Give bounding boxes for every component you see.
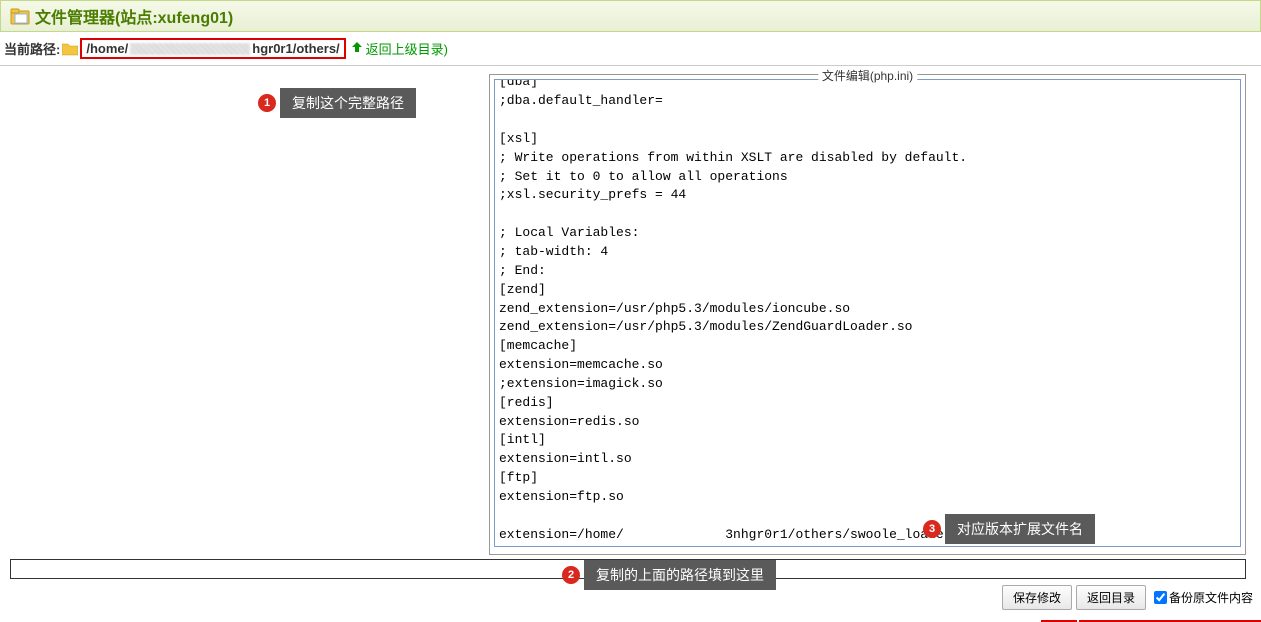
backup-checkbox-wrap[interactable]: 备份原文件内容: [1154, 589, 1253, 606]
annotation-callout-3: 3 对应版本扩展文件名: [923, 514, 1095, 544]
current-path-highlight[interactable]: /home/ hgr0r1/others/: [80, 38, 345, 59]
window-title: 文件管理器(站点:xufeng01): [35, 4, 233, 28]
back-link-text: 返回上级目录): [366, 39, 448, 58]
left-column: [0, 66, 485, 557]
path-prefix: /home/: [86, 41, 128, 56]
annotation-number: 3: [923, 520, 941, 538]
main-area: 文件编辑(php.ini): [0, 66, 1261, 557]
annotation-callout-1: 1 复制这个完整路径: [258, 88, 416, 118]
annotation-text: 对应版本扩展文件名: [945, 514, 1095, 544]
file-manager-icon: [9, 5, 31, 27]
back-to-parent-link[interactable]: 返回上级目录): [350, 39, 448, 58]
editor-fieldset: 文件编辑(php.ini): [489, 74, 1246, 555]
annotation-callout-2: 2 复制的上面的路径填到这里: [562, 560, 776, 590]
backup-checkbox-label: 备份原文件内容: [1169, 589, 1253, 606]
editor-legend: 文件编辑(php.ini): [818, 67, 917, 84]
folder-icon: [62, 42, 78, 56]
annotation-text: 复制这个完整路径: [280, 88, 416, 118]
annotation-number: 2: [562, 566, 580, 584]
path-label: 当前路径:: [4, 39, 60, 58]
annotation-text: 复制的上面的路径填到这里: [584, 560, 776, 590]
editor-panel: 文件编辑(php.ini): [485, 66, 1250, 557]
path-obscured: [130, 43, 250, 55]
back-to-dir-button[interactable]: 返回目录: [1076, 585, 1146, 610]
annotation-number: 1: [258, 94, 276, 112]
save-button[interactable]: 保存修改: [1002, 585, 1072, 610]
back-arrow-icon: [350, 40, 364, 57]
file-content-textarea[interactable]: [494, 79, 1241, 547]
window-header: 文件管理器(站点:xufeng01): [0, 0, 1261, 32]
path-bar: 当前路径: /home/ hgr0r1/others/ 返回上级目录): [0, 32, 1261, 66]
backup-checkbox[interactable]: [1154, 591, 1167, 604]
path-suffix: hgr0r1/others/: [252, 41, 339, 56]
